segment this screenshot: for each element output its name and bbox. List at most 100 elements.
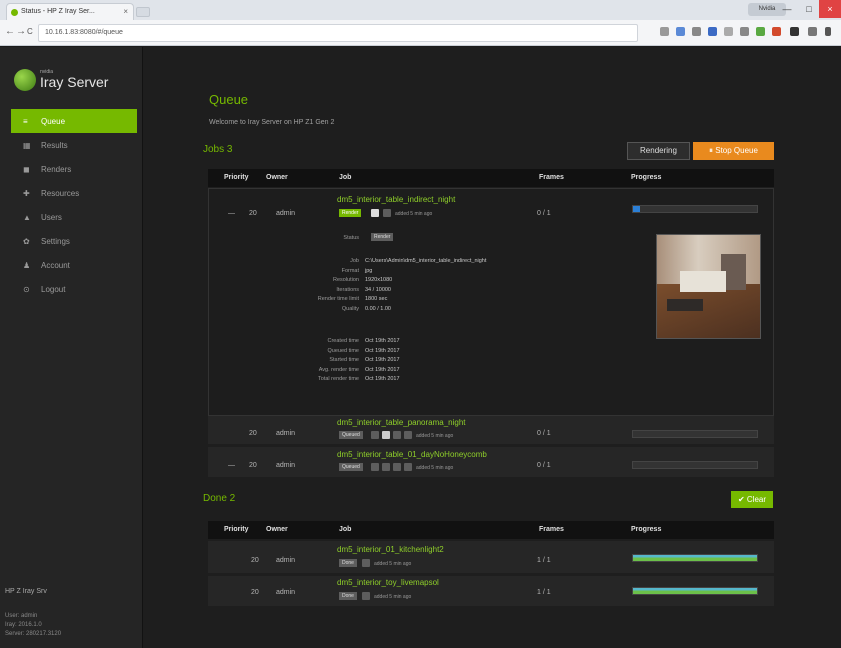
extension-icon[interactable]	[790, 27, 799, 36]
job-owner: admin	[276, 589, 296, 596]
sidebar-item-label: Account	[41, 261, 70, 270]
job-owner: admin	[276, 462, 296, 469]
job-frames: 0 / 1	[537, 430, 551, 437]
preview-bed	[679, 271, 726, 292]
col-frames[interactable]: Frames	[539, 526, 564, 533]
pause-icon[interactable]	[382, 431, 390, 439]
move-up-icon[interactable]	[371, 431, 379, 439]
address-bar[interactable]: 10.16.1.83:8080/#/queue	[38, 24, 638, 42]
extension-icon[interactable]	[772, 27, 781, 36]
extension-icon[interactable]	[724, 27, 733, 36]
delete-icon[interactable]	[404, 431, 412, 439]
renders-icon: ◼	[23, 165, 30, 174]
detail-time-value: Oct 19th 2017	[365, 376, 400, 382]
job-progress-bar	[632, 587, 758, 595]
stop-queue-button[interactable]: ⏸ Stop Queue	[693, 142, 774, 160]
job-priority: 20	[251, 589, 259, 596]
sidebar-item-account[interactable]: ♟ Account	[11, 253, 137, 277]
col-priority[interactable]: Priority	[224, 526, 249, 533]
col-job[interactable]: Job	[339, 174, 351, 181]
job-added-time: added 5 min ago	[374, 594, 412, 600]
job-priority: 20	[251, 557, 259, 564]
sidebar-item-users[interactable]: ▲ Users	[11, 205, 137, 229]
render-preview-image[interactable]	[656, 234, 761, 339]
maximize-button[interactable]: □	[798, 0, 820, 18]
page-title: Queue	[209, 92, 249, 107]
job-name[interactable]: dm5_interior_table_panorama_night	[337, 418, 466, 427]
sidebar-item-settings[interactable]: ✿ Settings	[11, 229, 137, 253]
reload-icon[interactable]: C	[27, 27, 33, 36]
col-priority[interactable]: Priority	[224, 174, 249, 181]
col-frames[interactable]: Frames	[539, 174, 564, 181]
close-window-button[interactable]: ×	[819, 0, 841, 18]
tab-close-icon[interactable]: ×	[123, 7, 128, 16]
extension-icon[interactable]	[692, 27, 701, 36]
extension-icon[interactable]	[676, 27, 685, 36]
col-owner[interactable]: Owner	[266, 174, 288, 181]
delete-icon[interactable]	[383, 209, 391, 217]
detail-time-label: Queued time	[327, 347, 360, 354]
job-frames: 0 / 1	[537, 462, 551, 469]
detail-value: 1800 sec	[365, 296, 388, 302]
detail-label: Iterations	[336, 286, 359, 293]
back-icon[interactable]: ←	[5, 26, 15, 37]
sidebar-item-logout[interactable]: ⊙ Logout	[11, 277, 137, 301]
sidebar-item-label: Settings	[41, 237, 70, 246]
forward-icon[interactable]: →	[16, 26, 26, 37]
delete-icon[interactable]	[404, 463, 412, 471]
sidebar-item-label: Logout	[41, 285, 66, 294]
job-name[interactable]: dm5_interior_01_kitchenlight2	[337, 545, 444, 554]
extension-icon[interactable]	[708, 27, 717, 36]
favicon-icon	[11, 9, 18, 16]
job-name[interactable]: dm5_interior_toy_livemapsol	[337, 578, 439, 587]
status-badge: Queued	[339, 431, 363, 439]
new-tab-button[interactable]	[136, 7, 150, 17]
account-icon: ♟	[23, 261, 31, 270]
menu-icon[interactable]	[825, 27, 831, 36]
col-progress[interactable]: Progress	[631, 174, 661, 181]
clear-done-button[interactable]: ✔ Clear	[731, 491, 773, 508]
minimize-button[interactable]: —	[776, 0, 798, 18]
job-name[interactable]: dm5_interior_table_01_dayNoHoneycomb	[337, 450, 487, 459]
detail-time-value: Oct 19th 2017	[365, 357, 400, 363]
job-name[interactable]: dm5_interior_table_indirect_night	[337, 195, 455, 204]
collapse-toggle[interactable]: —	[228, 210, 235, 217]
detail-time-label: Avg. render time	[318, 366, 359, 373]
sidebar-item-resources[interactable]: ✚ Resources	[11, 181, 137, 205]
done-section-title: Done 2	[203, 493, 236, 504]
move-up-icon[interactable]	[371, 463, 379, 471]
extension-icon[interactable]	[740, 27, 749, 36]
job-priority: 20	[249, 430, 257, 437]
job-progress-fill	[633, 588, 757, 594]
status-badge: Queued	[339, 463, 363, 471]
detail-value: jpg	[365, 267, 373, 274]
sidebar-item-label: Renders	[41, 165, 72, 174]
rendering-status-button[interactable]: Rendering	[627, 142, 690, 160]
delete-icon[interactable]	[362, 559, 370, 567]
pause-icon[interactable]	[393, 463, 401, 471]
browser-tab[interactable]: Status - HP Z Iray Ser... ×	[6, 3, 134, 20]
move-down-icon[interactable]	[393, 431, 401, 439]
job-priority: 20	[249, 462, 257, 469]
detail-status-badge: Render	[371, 233, 394, 241]
sidebar-item-results[interactable]: ▦ Results	[11, 133, 137, 157]
settings-icon: ✿	[23, 237, 30, 246]
delete-icon[interactable]	[362, 592, 370, 600]
welcome-text: Welcome to Iray Server on HP Z1 Gen 2	[209, 119, 335, 126]
pause-icon[interactable]	[371, 209, 379, 217]
collapse-toggle[interactable]: —	[228, 462, 235, 469]
extension-icon[interactable]	[756, 27, 765, 36]
main-content: Queue Welcome to Iray Server on HP Z1 Ge…	[143, 47, 841, 648]
col-progress[interactable]: Progress	[631, 526, 661, 533]
browser-titlebar: Status - HP Z Iray Ser... × Nvidia — □ ×	[0, 0, 841, 20]
col-owner[interactable]: Owner	[266, 526, 288, 533]
sidebar-item-queue[interactable]: ≡ Queue	[11, 109, 137, 133]
status-badge: Done	[339, 592, 357, 600]
extension-icon[interactable]	[808, 27, 817, 36]
sidebar-item-label: Results	[41, 141, 68, 150]
bookmark-star-icon[interactable]	[660, 27, 669, 36]
sidebar-item-renders[interactable]: ◼ Renders	[11, 157, 137, 181]
move-down-icon[interactable]	[382, 463, 390, 471]
job-added-time: added 5 min ago	[416, 465, 454, 471]
col-job[interactable]: Job	[339, 526, 351, 533]
